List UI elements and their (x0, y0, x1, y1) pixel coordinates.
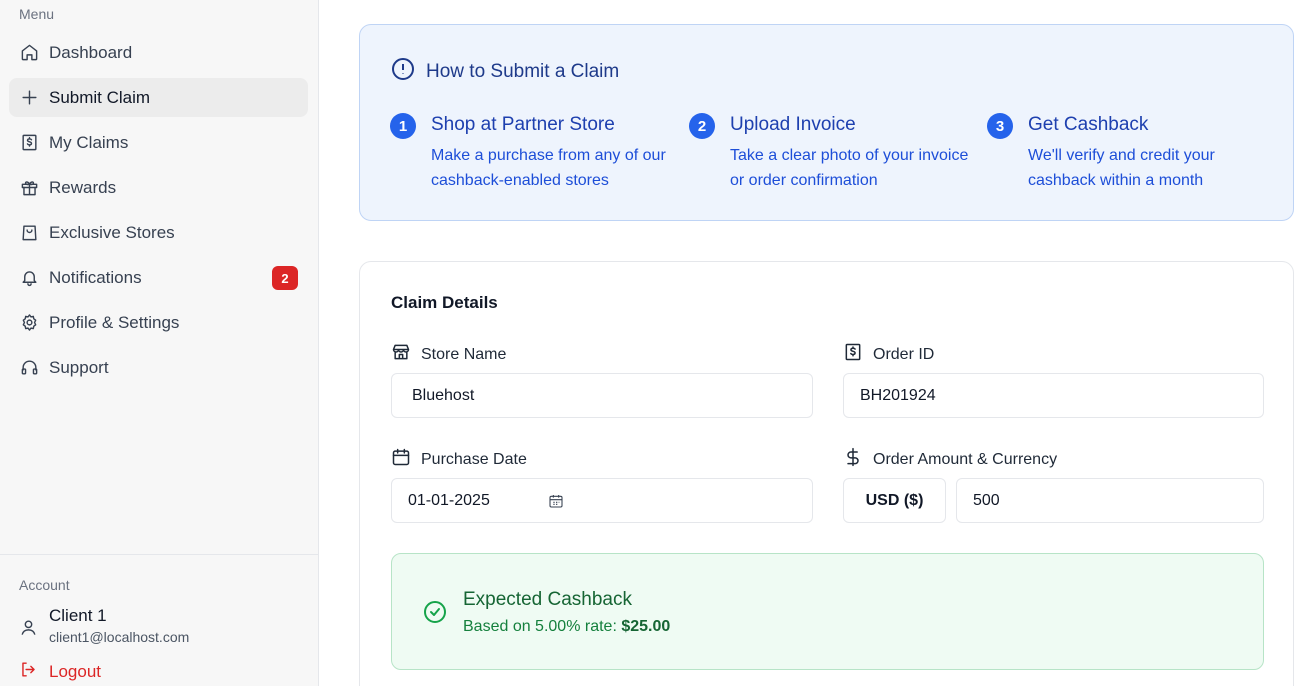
step-description: We'll verify and credit your cashback wi… (1028, 147, 1215, 189)
bell-icon (19, 268, 39, 288)
expected-cashback-panel: Expected Cashback Based on 5.00% rate: $… (391, 553, 1264, 670)
order-id-label: Order ID (843, 342, 934, 367)
order-id-label-text: Order ID (873, 345, 935, 363)
logout-label: Logout (49, 662, 101, 681)
sidebar-item-exclusive-stores[interactable]: Exclusive Stores (9, 213, 308, 252)
store-icon (391, 342, 421, 367)
sidebar-item-label: Submit Claim (49, 87, 151, 107)
step-description: Make a purchase from any of our cashback… (431, 147, 666, 189)
step-number: 2 (689, 113, 715, 139)
info-title: How to Submit a Claim (391, 57, 619, 87)
sidebar-item-label: Dashboard (49, 42, 133, 62)
purchase-date-input[interactable]: 01-01-2025 (391, 478, 813, 523)
sidebar-item-dashboard[interactable]: Dashboard (9, 33, 308, 72)
order-amount-input[interactable]: 500 (956, 478, 1264, 523)
step-description: Take a clear photo of your invoice or or… (730, 147, 969, 189)
store-name-input[interactable]: Bluehost (391, 373, 813, 418)
step-title: Upload Invoice (730, 114, 856, 135)
calendar-picker-icon[interactable] (548, 493, 564, 514)
calendar-icon (391, 447, 421, 472)
info-title-text: How to Submit a Claim (426, 61, 620, 82)
sidebar-item-my-claims[interactable]: My Claims (9, 123, 308, 162)
menu-section-label: Menu (19, 6, 55, 22)
step-title: Get Cashback (1028, 114, 1149, 135)
account-section-label: Account (19, 577, 70, 593)
cashback-rate-text: Based on 5.00% rate: $25.00 (463, 618, 670, 636)
main-content: How to Submit a Claim 1 Shop at Partner … (319, 0, 1313, 686)
sidebar-item-label: My Claims (49, 132, 129, 152)
notification-count-badge: 2 (272, 266, 298, 290)
currency-select[interactable]: USD ($) (843, 478, 946, 523)
receipt-icon (19, 133, 39, 153)
sidebar-item-profile-settings[interactable]: Profile & Settings (9, 303, 308, 342)
sidebar-item-label: Support (49, 357, 109, 377)
step-number: 1 (390, 113, 416, 139)
plus-icon (19, 88, 39, 108)
order-amount-label-text: Order Amount & Currency (873, 450, 1058, 468)
sidebar-item-label: Rewards (49, 177, 117, 197)
sidebar-item-label: Profile & Settings (49, 312, 180, 332)
info-circle-icon (391, 57, 426, 87)
sidebar-nav: Dashboard Submit Claim My Claims Rewards… (9, 33, 308, 393)
logout-button[interactable]: Logout (19, 660, 101, 684)
sidebar-item-label: Exclusive Stores (49, 222, 175, 242)
how-to-submit-card: How to Submit a Claim 1 Shop at Partner … (359, 24, 1294, 221)
step-title: Shop at Partner Store (431, 114, 615, 135)
gift-icon (19, 178, 39, 198)
store-name-label: Store Name (391, 342, 506, 367)
user-icon (19, 610, 49, 642)
cashback-title: Expected Cashback (463, 589, 632, 610)
purchase-date-value: 01-01-2025 (408, 491, 490, 509)
form-title: Claim Details (391, 293, 498, 312)
home-icon (19, 43, 39, 63)
claim-details-card: Claim Details Store Name Bluehost Order … (359, 261, 1294, 686)
cashback-amount: $25.00 (621, 618, 671, 635)
user-email: client1@localhost.com (49, 629, 190, 645)
shopping-bag-icon (19, 223, 39, 243)
receipt-icon (843, 342, 873, 367)
user-profile[interactable]: Client 1 client1@localhost.com (19, 606, 189, 645)
sidebar-item-support[interactable]: Support (9, 348, 308, 387)
purchase-date-label: Purchase Date (391, 447, 527, 472)
store-name-label-text: Store Name (421, 345, 507, 363)
divider (0, 554, 319, 555)
gear-icon (19, 313, 39, 333)
purchase-date-label-text: Purchase Date (421, 450, 527, 468)
logout-icon (19, 660, 49, 684)
step-number: 3 (987, 113, 1013, 139)
user-name: Client 1 (49, 606, 107, 625)
sidebar-item-notifications[interactable]: Notifications 2 (9, 258, 308, 297)
order-id-input[interactable]: BH201924 (843, 373, 1264, 418)
sidebar-item-label: Notifications (49, 267, 142, 287)
sidebar-item-submit-claim[interactable]: Submit Claim (9, 78, 308, 117)
headphones-icon (19, 358, 39, 378)
sidebar: Menu Dashboard Submit Claim My Claims Re… (0, 0, 319, 686)
cashback-rate-label: Based on 5.00% rate: (463, 618, 622, 635)
sidebar-item-rewards[interactable]: Rewards (9, 168, 308, 207)
order-amount-label: Order Amount & Currency (843, 447, 1057, 472)
dollar-icon (843, 447, 873, 472)
